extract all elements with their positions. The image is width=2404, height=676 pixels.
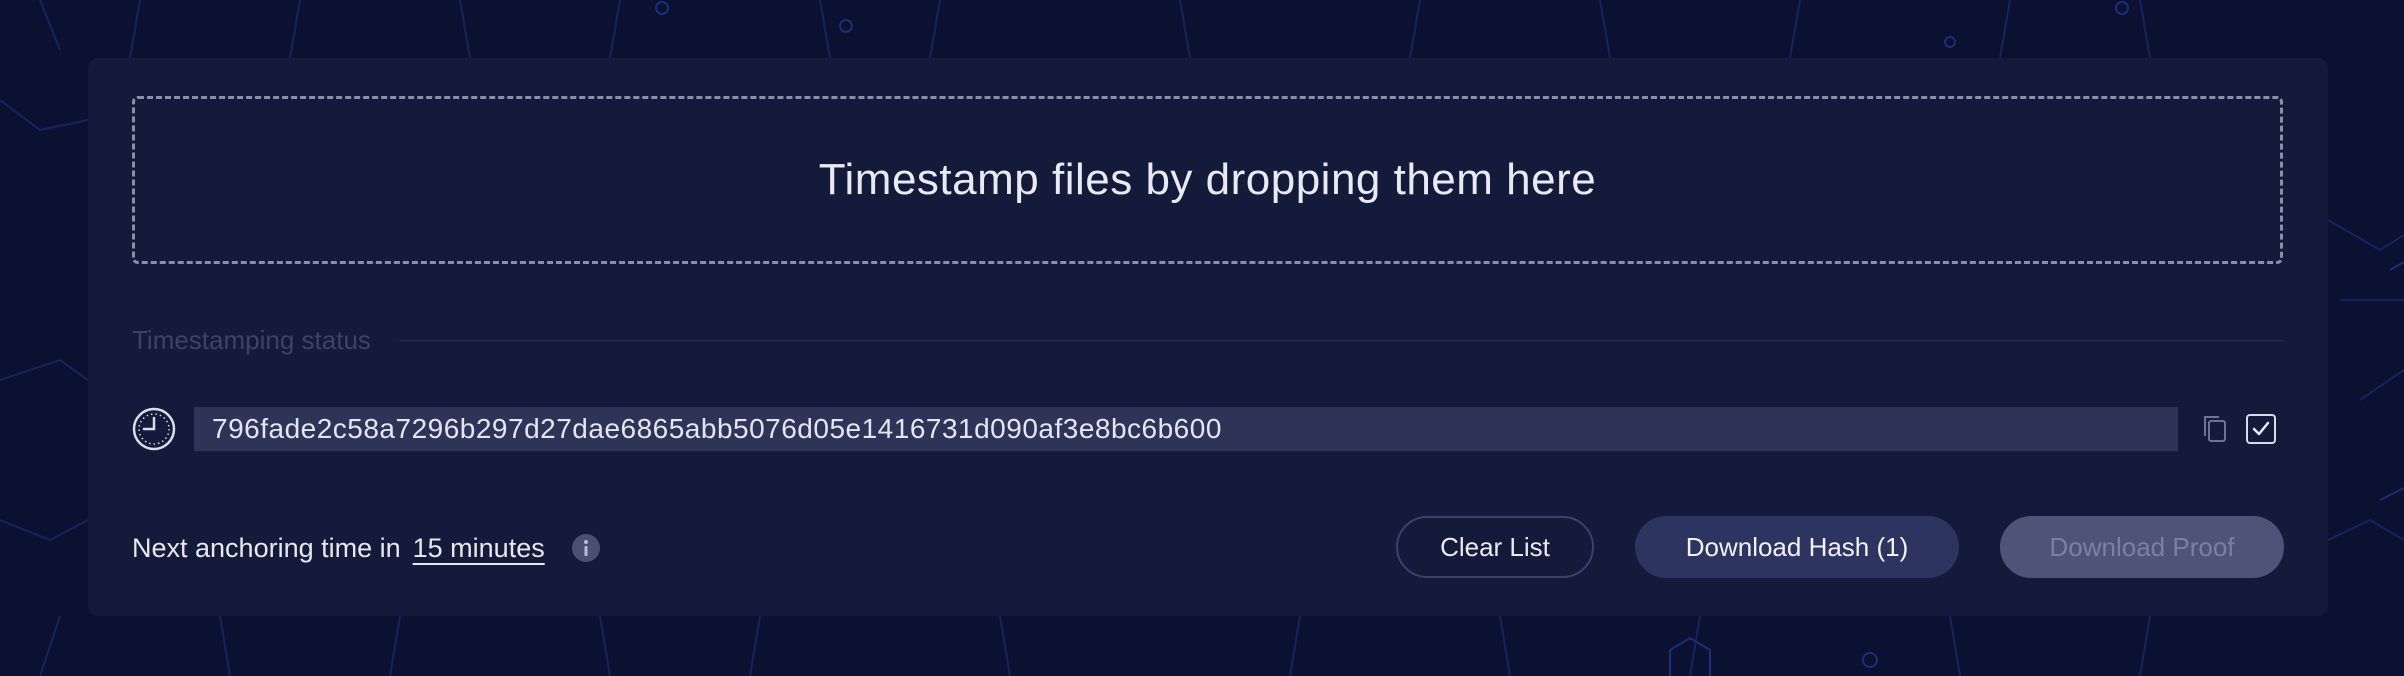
anchoring-info: Next anchoring time in 15 minutes <box>132 528 601 568</box>
dropzone-label: Timestamp files by dropping them here <box>818 155 1597 204</box>
anchoring-time-link[interactable]: 15 minutes <box>413 533 545 564</box>
copy-icon[interactable] <box>2198 412 2232 446</box>
status-label: Timestamping status <box>132 324 371 355</box>
checkbox-icon[interactable] <box>2244 412 2278 446</box>
file-dropzone[interactable]: Timestamp files by dropping them here <box>132 96 2283 264</box>
hash-value-field[interactable]: 796fade2c58a7296b297d27dae6865abb5076d05… <box>194 407 2178 451</box>
info-icon[interactable] <box>571 533 601 563</box>
timestamp-panel: Timestamp files by dropping them here Ti… <box>88 58 2328 616</box>
clock-icon <box>132 407 176 451</box>
status-divider <box>398 339 2283 341</box>
anchoring-prefix: Next anchoring time in <box>132 532 401 563</box>
hash-list-item: 796fade2c58a7296b297d27dae6865abb5076d05… <box>132 404 2283 454</box>
download-proof-button[interactable]: Download Proof <box>2000 516 2284 578</box>
hash-value: 796fade2c58a7296b297d27dae6865abb5076d05… <box>212 413 1222 444</box>
download-hash-button[interactable]: Download Hash (1) <box>1635 516 1959 578</box>
clear-list-button[interactable]: Clear List <box>1396 516 1594 578</box>
status-section-header: Timestamping status <box>132 320 2283 360</box>
